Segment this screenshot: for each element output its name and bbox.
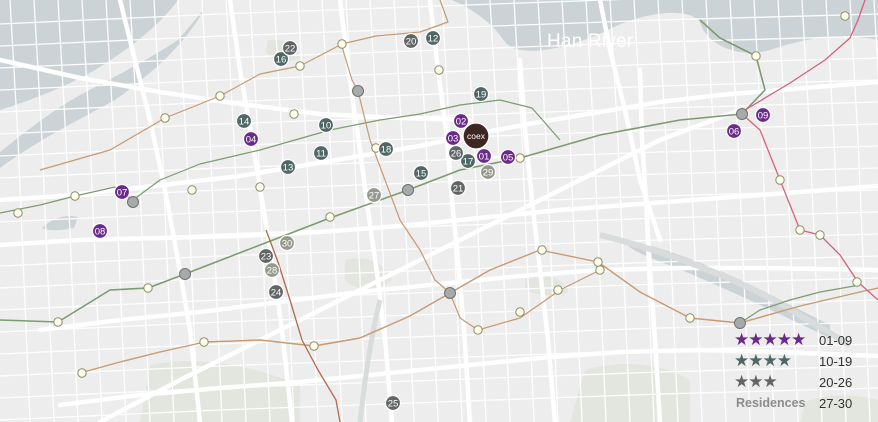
star-rating-5: ★★★★★ <box>734 330 806 350</box>
hotel-marker-label: 21 <box>453 184 464 195</box>
subway-station <box>309 341 319 351</box>
minor-road <box>369 0 391 422</box>
legend-row-tier4: ★★★★ 10-19 <box>734 352 874 373</box>
minor-road <box>873 0 878 82</box>
subway-station <box>840 11 850 21</box>
subway-station <box>852 277 862 287</box>
subway-station <box>255 182 265 192</box>
minor-road <box>321 0 343 422</box>
subway-station <box>325 212 335 222</box>
hotel-marker-label: 20 <box>406 37 417 48</box>
hotel-marker-label: 05 <box>503 153 514 164</box>
subway-station <box>795 225 805 235</box>
transfer-station <box>127 196 139 208</box>
subway-station <box>815 230 825 240</box>
map[interactable]: 01 02 03 04 05 06 07 08 09 10 11 12 13 14 15 16 17 18 19 20… <box>0 0 878 422</box>
subway-station <box>143 283 153 293</box>
hotel-marker-label: 24 <box>271 288 282 299</box>
subway-station <box>13 208 23 218</box>
hotel-marker-label: 07 <box>117 188 128 199</box>
subway-station <box>473 325 483 335</box>
hotel-marker-label: 06 <box>729 127 740 138</box>
venue-label: coex <box>467 131 486 141</box>
subway-station <box>337 39 347 49</box>
subway-station <box>553 285 563 295</box>
star-rating-4: ★★★★ <box>734 351 792 371</box>
subway-station <box>289 109 299 119</box>
legend-range: 20-26 <box>819 375 853 390</box>
transfer-station <box>736 108 748 120</box>
subway-station <box>434 65 444 75</box>
minor-road <box>705 0 727 422</box>
hotel-marker-label: 17 <box>463 157 474 168</box>
subway-station <box>77 368 87 378</box>
subway-station <box>215 91 225 101</box>
hotel-marker-label: 13 <box>283 163 294 174</box>
hotel-marker-label: 02 <box>456 117 467 128</box>
hotel-marker-label: 14 <box>239 117 250 128</box>
transfer-station <box>402 184 414 196</box>
subway-station <box>295 61 305 71</box>
legend-range: 27-30 <box>819 396 853 411</box>
minor-road <box>489 0 511 422</box>
legend-row-residences: Residences 27-30 <box>734 394 874 415</box>
legend: ★★★★★ 01-09 ★★★★ 10-19 ★★★ 20-26 Residen… <box>734 331 874 415</box>
hotel-marker-label: 25 <box>388 399 399 410</box>
hotel-marker-label: 29 <box>483 168 494 179</box>
minor-road <box>201 0 223 422</box>
minor-road <box>465 0 487 422</box>
subway-station <box>515 153 525 163</box>
legend-residences-label: Residences <box>736 396 806 410</box>
hotel-marker-label: 12 <box>428 34 439 45</box>
hotel-marker-label: 22 <box>285 44 296 55</box>
hotel-marker-label: 01 <box>479 152 490 163</box>
hotel-marker-label: 11 <box>316 149 326 160</box>
transfer-station <box>734 317 746 329</box>
subway-station <box>685 313 695 323</box>
subway-station <box>775 175 785 185</box>
hotel-marker-label: 18 <box>381 145 392 156</box>
legend-range: 10-19 <box>819 354 853 369</box>
hotel-marker-label: 09 <box>758 111 769 122</box>
hotel-marker-label: 08 <box>95 227 106 238</box>
hotel-marker-label: 23 <box>261 252 272 263</box>
subway-station <box>595 265 605 275</box>
hotel-marker-label: 16 <box>276 55 287 66</box>
subway-station <box>515 307 525 317</box>
subway-station <box>53 317 63 327</box>
hotel-marker-label: 10 <box>321 121 332 132</box>
hotel-marker-label: 27 <box>369 191 380 202</box>
hotel-marker-label: 15 <box>416 169 427 180</box>
subway-station <box>160 113 170 123</box>
hotel-marker-label: 03 <box>448 134 459 145</box>
subway-station <box>751 51 761 61</box>
minor-road <box>609 0 631 422</box>
subway-station <box>537 245 547 255</box>
hotel-marker-label: 30 <box>282 239 293 250</box>
legend-row-tier3: ★★★ 20-26 <box>734 373 874 394</box>
transfer-station <box>352 85 364 97</box>
hotel-marker-label: 28 <box>267 266 278 277</box>
subway-station <box>187 185 197 195</box>
legend-row-tier5: ★★★★★ 01-09 <box>734 331 874 352</box>
star-rating-3: ★★★ <box>734 372 778 392</box>
subway-station <box>70 191 80 201</box>
hotel-marker-label: 04 <box>246 135 257 146</box>
hotel-marker-label: 26 <box>451 149 462 160</box>
minor-road <box>0 145 878 179</box>
hotel-marker-label: 19 <box>476 90 487 101</box>
transfer-station <box>179 268 191 280</box>
transfer-station <box>444 287 456 299</box>
minor-road <box>585 0 607 422</box>
subway-station <box>593 257 603 267</box>
subway-station <box>199 337 209 347</box>
river-label: Han River <box>547 31 634 52</box>
minor-road <box>177 0 199 422</box>
legend-range: 01-09 <box>819 333 853 348</box>
